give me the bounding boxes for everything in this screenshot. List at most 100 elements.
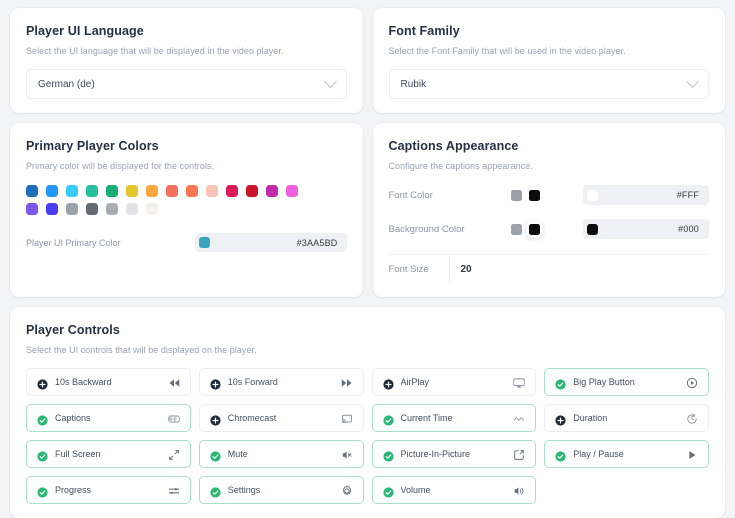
check-circle-icon	[382, 449, 394, 462]
volume-icon	[513, 484, 525, 496]
plus-circle-icon	[382, 377, 394, 390]
fullscreen-icon	[168, 448, 180, 460]
airplay-icon	[513, 376, 525, 388]
player-control-label: AirPlay	[400, 377, 430, 387]
player-control-label: Picture-In-Picture	[400, 449, 471, 459]
color-swatch[interactable]	[206, 185, 218, 197]
caption-field-chip	[586, 189, 598, 201]
player-control-toggle[interactable]: Current Time	[371, 404, 537, 432]
player-control-toggle[interactable]: Picture-In-Picture	[371, 440, 537, 468]
color-swatch[interactable]	[86, 203, 98, 215]
color-swatch[interactable]	[226, 185, 238, 197]
player-control-label: Captions	[55, 413, 91, 423]
player-control-toggle[interactable]: AirPlay	[371, 368, 537, 396]
font-family-select[interactable]: Rubik	[388, 69, 709, 99]
player-control-label: Duration	[573, 413, 608, 423]
caption-color-row: Background Color #000	[388, 219, 709, 239]
chevron-down-icon	[323, 74, 337, 88]
language-card-subtitle: Select the UI language that will be disp…	[26, 46, 284, 56]
captions-rows: Font Color #FFF Background Color #000	[388, 185, 709, 239]
caption-color-chips	[510, 220, 583, 238]
check-circle-icon	[555, 377, 566, 390]
player-control-toggle[interactable]: Play / Pause	[544, 440, 709, 468]
check-circle-icon	[210, 449, 221, 462]
captions-appearance-card: Captions Appearance Configure the captio…	[372, 123, 725, 297]
color-swatch[interactable]	[186, 185, 198, 197]
primary-color-label: Player UI Primary Color	[26, 237, 121, 248]
player-control-toggle[interactable]: Settings	[198, 476, 364, 504]
font-family-title: Font Family	[388, 24, 460, 38]
progress-icon	[168, 484, 180, 496]
caption-color-hex: #000	[678, 224, 699, 234]
color-swatch[interactable]	[246, 185, 258, 197]
check-circle-icon	[210, 485, 221, 498]
play-icon	[686, 448, 698, 460]
player-control-toggle[interactable]: Progress	[26, 476, 191, 504]
language-select-value: German (de)	[38, 78, 95, 90]
player-controls-title: Player Controls	[26, 323, 120, 337]
color-swatch[interactable]	[146, 185, 158, 197]
color-swatch[interactable]	[126, 185, 138, 197]
caption-color-chip[interactable]	[528, 223, 540, 235]
player-control-label: Full Screen	[55, 449, 101, 459]
font-size-input[interactable]: 20	[448, 255, 710, 283]
player-control-label: Chromecast	[227, 413, 277, 423]
color-swatch[interactable]	[146, 203, 158, 215]
color-swatch[interactable]	[26, 185, 38, 197]
captions-icon	[168, 412, 180, 424]
player-control-toggle[interactable]: Big Play Button	[544, 368, 709, 396]
player-control-toggle[interactable]: Captions	[26, 404, 191, 432]
caption-color-chip-selected[interactable]	[525, 220, 543, 238]
language-select[interactable]: German (de)	[26, 69, 347, 99]
caption-color-field[interactable]: #FFF	[582, 185, 709, 205]
player-control-toggle[interactable]: Mute	[198, 440, 364, 468]
caption-color-label: Background Color	[388, 223, 465, 235]
color-swatch[interactable]	[26, 203, 38, 215]
font-family-subtitle: Select the Font Family that will be used…	[388, 46, 626, 56]
mute-icon	[341, 448, 353, 460]
player-control-toggle[interactable]: 10s Backward	[26, 368, 191, 396]
player-control-toggle[interactable]: Chromecast	[198, 404, 364, 432]
caption-field-chip	[586, 223, 598, 235]
player-control-toggle[interactable]: 10s Forward	[198, 368, 364, 396]
color-swatch-grid	[26, 185, 347, 215]
plus-circle-icon	[555, 413, 566, 426]
color-swatch[interactable]	[46, 203, 58, 215]
color-swatch[interactable]	[86, 185, 98, 197]
rewind-icon	[168, 376, 180, 388]
color-swatch[interactable]	[106, 185, 118, 197]
color-swatch[interactable]	[166, 185, 178, 197]
caption-color-field[interactable]: #000	[582, 219, 709, 239]
color-swatch[interactable]	[266, 185, 278, 197]
player-control-label: Big Play Button	[573, 377, 635, 387]
color-swatch[interactable]	[126, 203, 138, 215]
color-swatch[interactable]	[66, 185, 78, 197]
color-swatch[interactable]	[286, 185, 298, 197]
gear-icon	[341, 484, 353, 496]
player-control-toggle[interactable]: Full Screen	[26, 440, 191, 468]
captions-subtitle: Configure the captions appearance.	[388, 161, 533, 171]
color-swatch[interactable]	[106, 203, 118, 215]
player-control-toggle[interactable]: Duration	[544, 404, 709, 432]
caption-color-chip[interactable]	[510, 223, 522, 235]
player-controls-subtitle: Select the UI controls that will be disp…	[26, 345, 257, 355]
check-circle-icon	[37, 413, 48, 426]
font-size-label: Font Size	[388, 263, 429, 275]
color-swatch[interactable]	[46, 185, 58, 197]
caption-color-label: Font Color	[388, 189, 433, 201]
player-control-toggle[interactable]: Volume	[371, 476, 537, 504]
caption-color-chip[interactable]	[528, 189, 540, 201]
player-control-label: Volume	[400, 485, 431, 495]
color-swatch-row	[26, 203, 347, 215]
caption-color-chip[interactable]	[510, 189, 522, 201]
page-title: Player UI Language	[26, 24, 144, 38]
primary-colors-title: Primary Player Colors	[26, 139, 159, 153]
player-control-label: Play / Pause	[573, 449, 624, 459]
pip-icon	[513, 448, 525, 460]
player-control-label: Progress	[55, 485, 92, 495]
color-swatch[interactable]	[66, 203, 78, 215]
primary-color-field[interactable]: #3AA5BD	[194, 233, 347, 252]
settings-page: Player UI Language Select the UI languag…	[0, 0, 735, 518]
check-circle-icon	[37, 449, 48, 462]
check-circle-icon	[382, 485, 394, 498]
